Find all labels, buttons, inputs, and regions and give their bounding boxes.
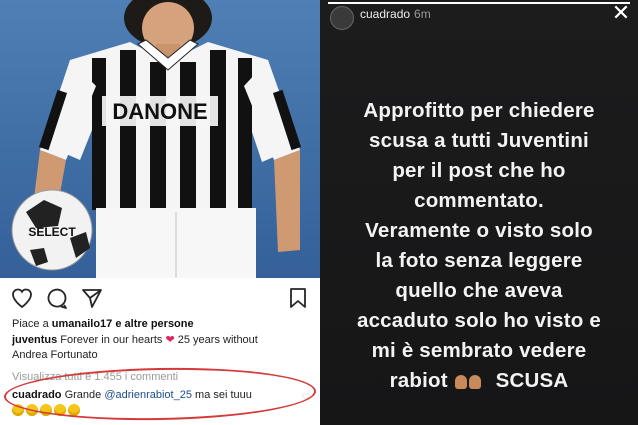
likes-user-link[interactable]: umanailo17 — [52, 318, 113, 330]
post-photo[interactable]: DANONE SELECT — [0, 0, 320, 278]
player-illustration: DANONE SELECT — [11, 0, 302, 278]
bookmark-icon[interactable] — [286, 286, 310, 310]
caption-author-link[interactable]: juventus — [12, 334, 57, 346]
story-time: 6m — [414, 7, 431, 21]
avatar[interactable] — [330, 6, 354, 30]
close-icon[interactable]: ✕ — [610, 2, 632, 24]
story-line: Approfitto per chiedere — [363, 99, 595, 122]
story-line: scusa a tutti Juventini — [369, 129, 589, 152]
caption-line-2: Andrea Fortunato — [12, 349, 98, 361]
caption-text-after: 25 years without — [177, 334, 258, 346]
instagram-story: cuadrado 6m ✕ Approfitto per chiedere scu… — [320, 0, 638, 425]
share-icon[interactable] — [80, 286, 104, 310]
story-line: mi è sembrato vedere — [371, 339, 587, 362]
post-action-bar — [0, 282, 320, 312]
story-username[interactable]: cuadrado — [360, 7, 410, 21]
story-line: rabiot — [389, 369, 448, 392]
story-line: SCUSA — [495, 369, 569, 392]
story-line: la foto senza leggere — [375, 249, 583, 272]
story-line: quello che aveva — [395, 279, 563, 302]
praying-hands-icon — [468, 375, 481, 389]
likes-prefix: Piace a — [12, 318, 49, 330]
story-message: Approfitto per chiedere scusa a tutti Ju… — [320, 96, 638, 396]
comment-icon[interactable] — [45, 286, 69, 310]
story-header: cuadrado 6m — [360, 7, 431, 21]
heart-emoji-icon: ❤ — [165, 334, 175, 346]
post-caption: juventus Forever in our hearts ❤ 25 year… — [12, 333, 312, 348]
story-line: Veramente o visto solo — [365, 219, 593, 242]
heart-icon[interactable] — [10, 286, 34, 310]
likes-line: Piace a umanailo17 e altre persone — [12, 317, 312, 332]
story-progress-bar — [328, 2, 630, 4]
story-line: accaduto solo ho visto e — [356, 309, 601, 332]
praying-hands-icon — [454, 375, 467, 389]
story-line: commentato. — [414, 189, 544, 212]
likes-suffix[interactable]: e altre persone — [115, 318, 193, 330]
story-line: per il post che ho — [392, 159, 566, 182]
ball-brand-text: SELECT — [28, 225, 76, 239]
caption-text: Forever in our hearts — [60, 334, 163, 346]
instagram-post: DANONE SELECT Piace a umanailo17 e altre… — [0, 0, 320, 425]
jersey-sponsor-text: DANONE — [112, 99, 207, 124]
story-last-line: rabiot SCUSA — [320, 366, 638, 396]
